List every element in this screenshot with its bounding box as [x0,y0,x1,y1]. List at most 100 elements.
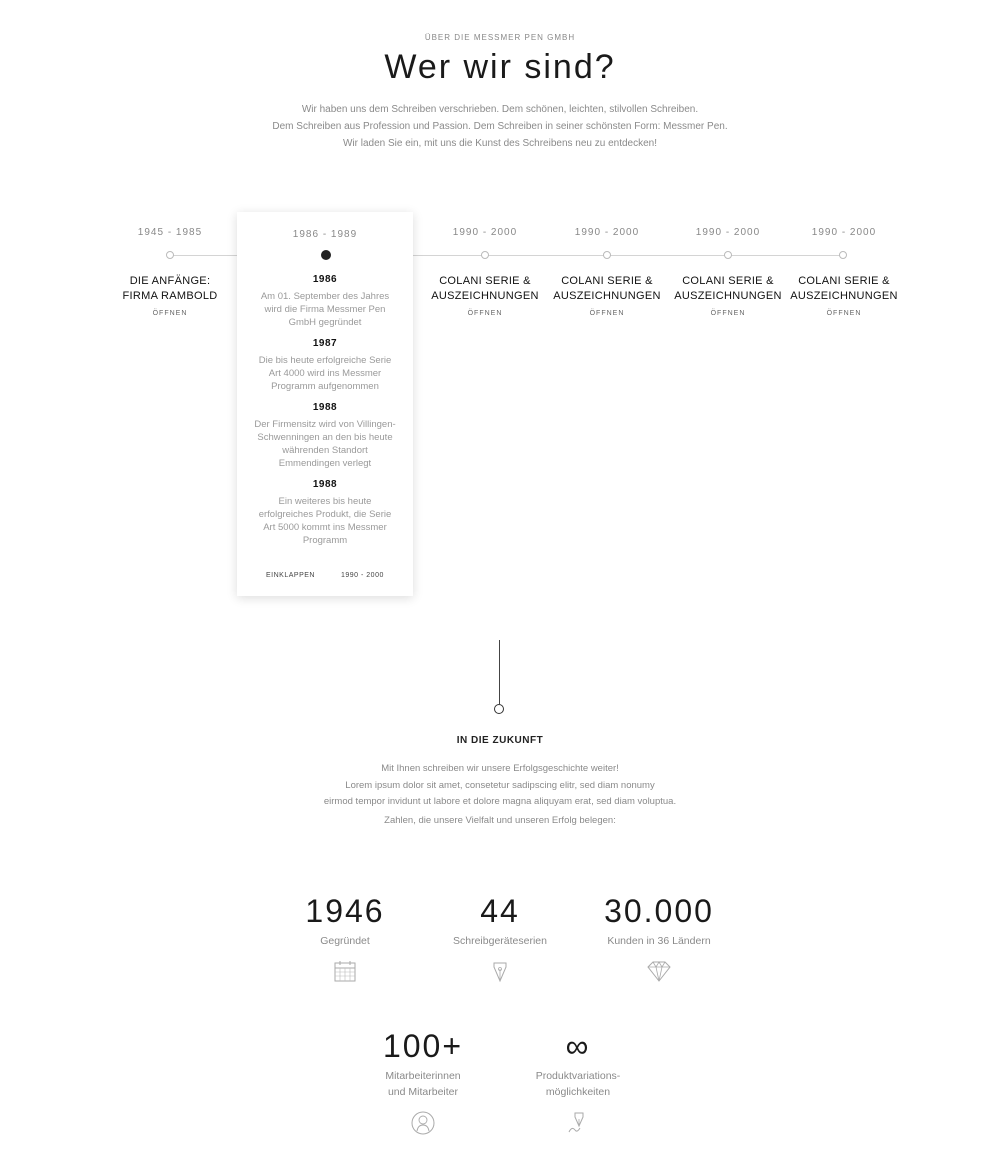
timeline-dot[interactable] [481,251,489,259]
page-title: Wer wir sind? [384,48,616,86]
future-title: IN DIE ZUKUNFT [456,735,544,746]
entry-line: Programm aufgenommen [271,381,379,392]
stat-series: 44 Schreibgeräteserien [420,893,580,983]
stat-label-line: möglichkeiten [545,1086,611,1098]
entry-year: 1988 [312,479,338,490]
stat-label: Produktvariations- möglichkeiten [498,1068,658,1100]
future-text: Mit Ihnen schreiben wir unsere Erfolgsge… [250,761,750,811]
timeline-date: 1990 - 2000 [811,227,877,238]
timeline-title: COLANI SERIE & AUSZEICHNUNGEN [774,274,914,304]
entry-description: Ein weiteres bis heute erfolgreiches Pro… [245,495,405,547]
entry-line: währenden Standort [282,445,368,456]
timeline-item: 1990 - 2000 [774,227,914,238]
entry-line: GmbH gegründet [288,317,362,328]
stat-number: 30.000 [604,893,714,929]
timeline-dot[interactable] [166,251,174,259]
timeline-item: 1945 - 1985 [100,227,240,238]
entry-description: Der Firmensitz wird von Villingen- Schwe… [245,418,405,470]
entry-line: Ein weiteres bis heute [278,496,372,507]
open-link[interactable]: ÖFFNEN [100,310,240,317]
timeline-active-dot [321,250,331,260]
future-line: Lorem ipsum dolor sit amet, consetetur s… [345,779,655,791]
entry-description: Am 01. September des Jahres wird die Fir… [245,290,405,329]
timeline-title: DIE ANFÄNGE: FIRMA RAMBOLD [100,274,240,304]
calendar-icon [334,961,356,982]
entry-year: 1987 [312,338,338,349]
card-entry: 1987 Die bis heute erfolgreiche Serie Ar… [245,338,405,393]
stat-label: Schreibgeräteserien [420,933,580,949]
stat-number: 44 [480,893,520,929]
timeline-date: 1986 - 1989 [292,229,358,240]
stat-number: ∞ [565,1028,591,1064]
eyebrow-text: ÜBER DIE MESSMER PEN GMBH [424,33,576,42]
timeline-title-line: AUSZEICHNUNGEN [553,290,661,302]
next-period-link[interactable]: 1990 - 2000 [341,572,384,579]
collapse-button[interactable]: EINKLAPPEN [266,572,315,579]
future-connector-dot [494,704,504,714]
timeline-title: COLANI SERIE & AUSZEICHNUNGEN [415,274,555,304]
stat-label: Kunden in 36 Ländern [579,933,739,949]
timeline-title: COLANI SERIE & AUSZEICHNUNGEN [537,274,677,304]
stat-label-line: Mitarbeiterinnen [385,1070,461,1082]
stat-number: 100+ [382,1028,464,1064]
entry-year: 1986 [312,274,338,285]
stat-label-line: und Mitarbeiter [387,1086,459,1098]
stat-employees: 100+ Mitarbeiterinnen und Mitarbeiter [343,1028,503,1136]
timeline-expanded-card: 1986 - 1989 1986 Am 01. September des Ja… [237,212,413,596]
timeline-date: 1990 - 2000 [574,227,640,238]
timeline-item: 1990 - 2000 [415,227,555,238]
entry-line: Am 01. September des Jahres [260,291,390,302]
entry-description: Die bis heute erfolgreiche Serie Art 400… [245,354,405,393]
entry-line: Schwenningen an den bis heute [257,432,393,443]
timeline-dot[interactable] [603,251,611,259]
timeline-title-line: COLANI SERIE & [798,275,890,287]
card-entry: 1988 Ein weiteres bis heute erfolgreiche… [245,479,405,547]
timeline-dot[interactable] [839,251,847,259]
intro-line: Wir haben uns dem Schreiben verschrieben… [301,104,699,115]
stat-label-line: Produktvariations- [535,1070,621,1082]
timeline-date: 1990 - 2000 [452,227,518,238]
future-connector-line [499,640,500,704]
future-line: eirmod tempor invidunt ut labore et dolo… [323,796,677,807]
card-entry: 1986 Am 01. September des Jahres wird di… [245,274,405,329]
entry-line: Programm [302,535,348,546]
person-icon [411,1111,435,1135]
stat-customers: 30.000 Kunden in 36 Ländern [579,893,739,983]
entry-year: 1988 [312,402,338,413]
open-link[interactable]: ÖFFNEN [537,310,677,317]
timeline-title-line: AUSZEICHNUNGEN [790,290,898,302]
stat-variations: ∞ Produktvariations- möglichkeiten [498,1028,658,1136]
stat-label: Mitarbeiterinnen und Mitarbeiter [343,1068,503,1100]
card-entry: 1988 Der Firmensitz wird von Villingen- … [245,402,405,470]
entry-line: Emmendingen verlegt [278,458,372,469]
open-link[interactable]: ÖFFNEN [774,310,914,317]
intro-line: Wir laden Sie ein, mit uns die Kunst des… [342,138,658,149]
timeline-title-line: DIE ANFÄNGE: [129,275,211,287]
stat-label: Gegründet [265,933,425,949]
entry-line: Art 4000 wird ins Messmer [268,368,382,379]
intro-line: Dem Schreiben aus Profession und Passion… [272,121,728,132]
entry-line: erfolgreiches Produkt, die Serie [258,509,392,520]
intro-text: Wir haben uns dem Schreiben verschrieben… [200,101,800,152]
timeline-item: 1990 - 2000 [537,227,677,238]
timeline-dot[interactable] [724,251,732,259]
stats-intro: Zahlen, die unsere Vielfalt und unseren … [384,815,616,826]
timeline-title-line: FIRMA RAMBOLD [122,290,218,302]
stat-label-line: Kunden in 36 Ländern [607,935,711,947]
stat-label-line: Gegründet [320,935,370,947]
pen-nib-icon [493,962,507,983]
entry-line: wird die Firma Messmer Pen [264,304,386,315]
entry-line: Art 5000 kommt ins Messmer [263,522,387,533]
entry-line: Die bis heute erfolgreiche Serie [258,355,392,366]
pen-sketch-icon [568,1112,584,1133]
entry-line: Der Firmensitz wird von Villingen- [254,419,396,430]
timeline-title-line: COLANI SERIE & [439,275,531,287]
timeline-title-line: COLANI SERIE & [561,275,653,287]
timeline-title-line: AUSZEICHNUNGEN [431,290,539,302]
future-line: Mit Ihnen schreiben wir unsere Erfolgsge… [381,763,619,774]
stat-label-line: Schreibgeräteserien [453,935,547,947]
stat-number: 1946 [305,893,385,929]
open-link[interactable]: ÖFFNEN [415,310,555,317]
stat-founded: 1946 Gegründet [265,893,425,983]
timeline-date: 1945 - 1985 [137,227,203,238]
